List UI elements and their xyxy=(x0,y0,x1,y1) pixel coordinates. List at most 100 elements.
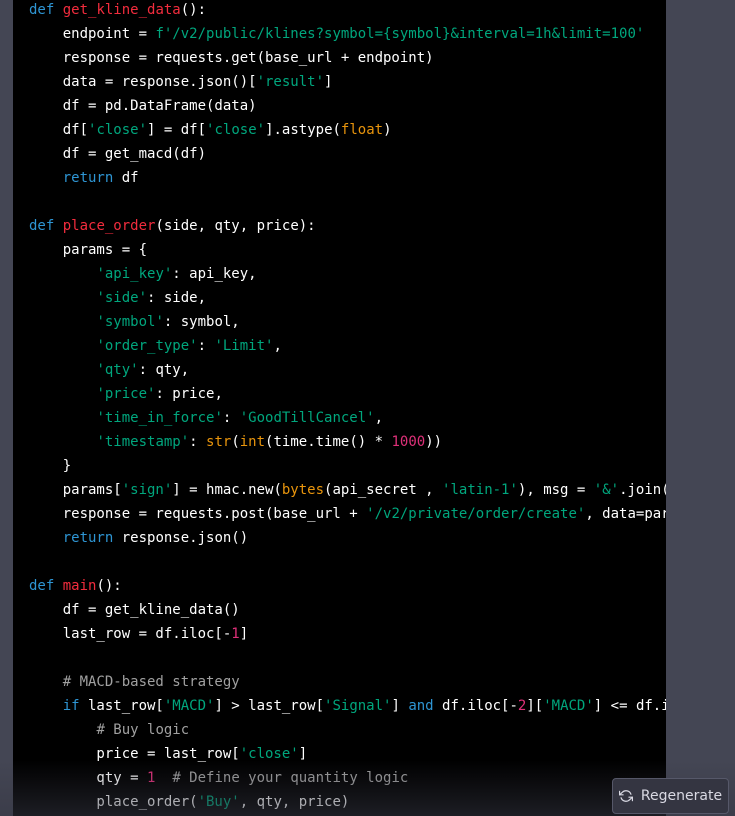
code-token: df = pd.DataFrame(data) xyxy=(29,98,257,114)
code-token: 'MACD' xyxy=(543,698,594,714)
code-line: return df xyxy=(29,166,666,190)
code-token: 'MACD' xyxy=(163,698,215,714)
code-token: response = requests.get(base_url + endpo… xyxy=(29,50,434,66)
code-token: ].astype( xyxy=(265,122,341,138)
code-line: place_order('Buy', qty, price) xyxy=(29,790,666,814)
code-token: # Buy logic xyxy=(96,722,190,738)
code-token: : api_key, xyxy=(172,266,257,282)
code-token: 'latin-1' xyxy=(442,482,518,498)
code-token: 'close' xyxy=(206,122,266,138)
code-token: (): xyxy=(180,2,207,18)
code-line: 'price': price, xyxy=(29,382,666,406)
code-token: params[ xyxy=(29,482,122,498)
code-token: str xyxy=(206,434,232,450)
code-token: : xyxy=(197,338,215,354)
code-token: '/v2/private/order/create' xyxy=(366,506,586,522)
code-token: last_row = df.iloc[- xyxy=(29,626,232,642)
code-token: 'Signal' xyxy=(324,698,392,714)
code-token: ] xyxy=(391,698,409,714)
regenerate-button[interactable]: Regenerate xyxy=(612,778,729,814)
code-token: : symbol, xyxy=(163,314,240,330)
code-line: def main(): xyxy=(29,574,666,598)
code-token: )) xyxy=(425,434,443,450)
refresh-icon xyxy=(618,789,633,803)
code-token: : price, xyxy=(155,386,223,402)
code-block: def get_kline_data(): endpoint = f'/v2/p… xyxy=(13,0,666,816)
code-token: 'close' xyxy=(239,746,299,762)
code-token: ] xyxy=(239,626,249,642)
code-token: , xyxy=(273,338,282,354)
code-line: if last_row['MACD'] > last_row['Signal']… xyxy=(29,694,666,718)
code-line: } xyxy=(29,454,666,478)
code-token: params = { xyxy=(29,242,148,258)
code-content: def get_kline_data(): endpoint = f'/v2/p… xyxy=(29,0,666,814)
code-line: df = pd.DataFrame(data) xyxy=(29,94,666,118)
code-line: qty = 1 # Define your quantity logic xyxy=(29,766,666,790)
code-token: response.json() xyxy=(113,530,249,546)
code-token: place_order( xyxy=(29,794,198,810)
code-token: 1 xyxy=(231,626,240,642)
code-token: response = requests.post(base_url + xyxy=(29,506,367,522)
code-token: def xyxy=(29,578,55,594)
code-token: 1000 xyxy=(391,434,426,450)
code-token: df[ xyxy=(29,122,89,138)
code-token: float xyxy=(340,122,384,138)
code-token: 'Limit' xyxy=(214,338,274,354)
code-token: : qty, xyxy=(138,362,190,378)
code-token: # Define your quantity logic xyxy=(172,770,409,786)
code-token: 'close' xyxy=(88,122,148,138)
code-token: df = get_kline_data() xyxy=(29,602,240,618)
code-line: params = { xyxy=(29,238,666,262)
code-token: bytes xyxy=(281,482,325,498)
code-token: , qty, price) xyxy=(239,794,350,810)
code-token: int xyxy=(239,434,266,450)
code-token: (time.time() * xyxy=(265,434,392,450)
code-token: ] xyxy=(324,74,333,90)
code-line: price = last_row['close'] xyxy=(29,742,666,766)
code-token: 'Buy' xyxy=(197,794,240,810)
code-line: 'qty': qty, xyxy=(29,358,666,382)
code-token: f'/v2/public/klines?symbol={symbol}&inte… xyxy=(155,26,645,42)
code-token: ] = hmac.new( xyxy=(172,482,282,498)
code-token: 'result' xyxy=(256,74,325,90)
code-token: data = response.json()[ xyxy=(29,74,257,90)
code-token: return xyxy=(62,170,114,186)
code-line: data = response.json()['result'] xyxy=(29,70,666,94)
code-token: ), msg = xyxy=(517,482,594,498)
code-line: # MACD-based strategy xyxy=(29,670,666,694)
code-token: def xyxy=(29,218,55,234)
code-token: 'qty' xyxy=(96,362,139,378)
code-token: , xyxy=(374,410,384,426)
code-line: 'timestamp': str(int(time.time() * 1000)… xyxy=(29,430,666,454)
code-token: , data=par xyxy=(585,506,666,522)
code-token: ] xyxy=(298,746,308,762)
code-token: main xyxy=(62,578,97,594)
code-token: 'time_in_force' xyxy=(96,410,223,426)
code-token: ] > last_row[ xyxy=(214,698,325,714)
code-line: 'api_key': api_key, xyxy=(29,262,666,286)
code-line: 'time_in_force': 'GoodTillCancel', xyxy=(29,406,666,430)
code-token: return xyxy=(62,530,114,546)
code-token: } xyxy=(29,458,72,474)
code-token: get_kline_data xyxy=(62,2,181,18)
code-token: : xyxy=(189,434,207,450)
code-token: df.iloc[- xyxy=(433,698,518,714)
code-token: 'symbol' xyxy=(96,314,164,330)
code-token: ) xyxy=(383,122,392,138)
code-line: response = requests.post(base_url + '/v2… xyxy=(29,502,666,526)
code-token: qty = xyxy=(29,770,148,786)
code-token: def xyxy=(29,2,55,18)
